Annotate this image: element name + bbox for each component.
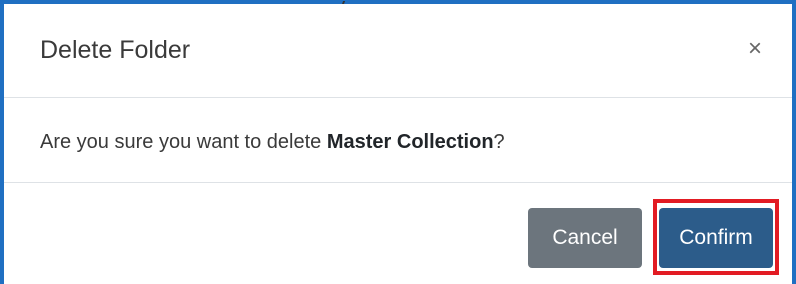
message-suffix: ? bbox=[493, 131, 505, 153]
folder-name: Master Collection bbox=[326, 131, 494, 153]
modal-body: Are you sure you want to delete Master C… bbox=[4, 98, 792, 183]
close-icon: × bbox=[747, 35, 762, 62]
close-button[interactable]: × bbox=[740, 34, 770, 64]
cancel-button[interactable]: Cancel bbox=[528, 208, 642, 268]
confirmation-message: Are you sure you want to delete Master C… bbox=[40, 130, 505, 154]
confirm-button[interactable]: Confirm bbox=[659, 208, 773, 268]
message-prefix: Are you sure you want to delete bbox=[40, 131, 327, 153]
delete-folder-modal: Delete Folder × Are you sure you want to… bbox=[4, 4, 792, 284]
modal-footer: Cancel Confirm bbox=[4, 183, 792, 284]
modal-title: Delete Folder bbox=[40, 36, 191, 64]
modal-header: Delete Folder × bbox=[4, 4, 792, 98]
